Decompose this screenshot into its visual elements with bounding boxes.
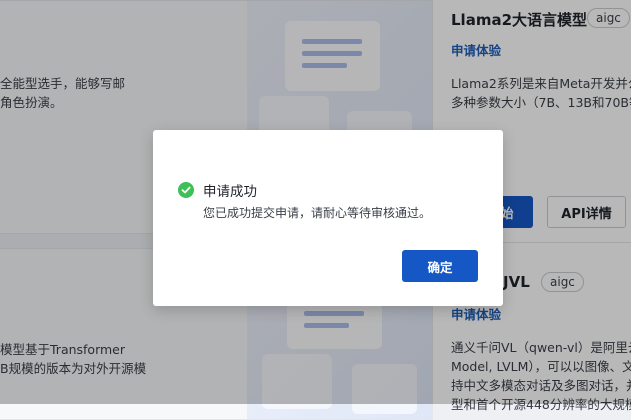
- success-dialog: 申请成功 您已成功提交申请，请耐心等待审核通过。 确定: [153, 130, 503, 306]
- dialog-message: 您已成功提交申请，请耐心等待审核通过。: [203, 206, 432, 220]
- success-check-icon: [178, 182, 194, 198]
- confirm-button[interactable]: 确定: [402, 250, 478, 282]
- dialog-title: 申请成功: [203, 184, 257, 200]
